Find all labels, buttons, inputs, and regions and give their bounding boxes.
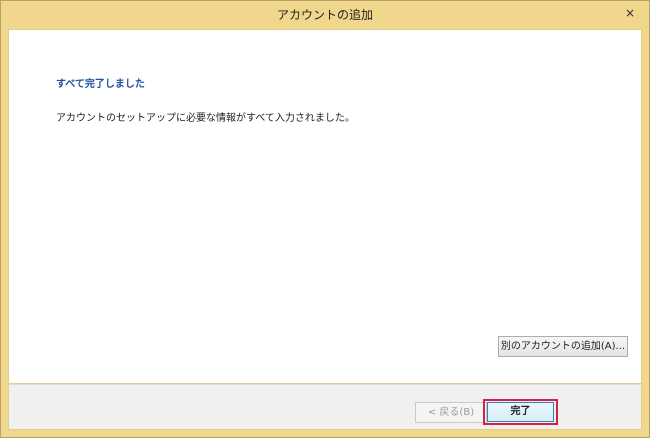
title-bar[interactable]: アカウントの追加 ×: [1, 1, 649, 29]
dialog-content: すべて完了しました アカウントのセットアップに必要な情報がすべて入力されました。…: [8, 29, 642, 384]
dialog-footer: < 戻る(B) 完了: [8, 384, 642, 430]
add-account-dialog: アカウントの追加 × すべて完了しました アカウントのセットアップに必要な情報が…: [0, 0, 650, 438]
finish-button-highlight: 完了: [483, 399, 558, 425]
add-other-account-button[interactable]: 別のアカウントの追加(A)...: [498, 336, 628, 357]
completion-message: アカウントのセットアップに必要な情報がすべて入力されました。: [56, 113, 355, 124]
close-icon[interactable]: ×: [619, 4, 641, 22]
back-button: < 戻る(B): [415, 402, 487, 423]
completion-heading: すべて完了しました: [56, 79, 145, 90]
finish-button[interactable]: 完了: [487, 402, 554, 422]
window-title: アカウントの追加: [276, 8, 373, 22]
